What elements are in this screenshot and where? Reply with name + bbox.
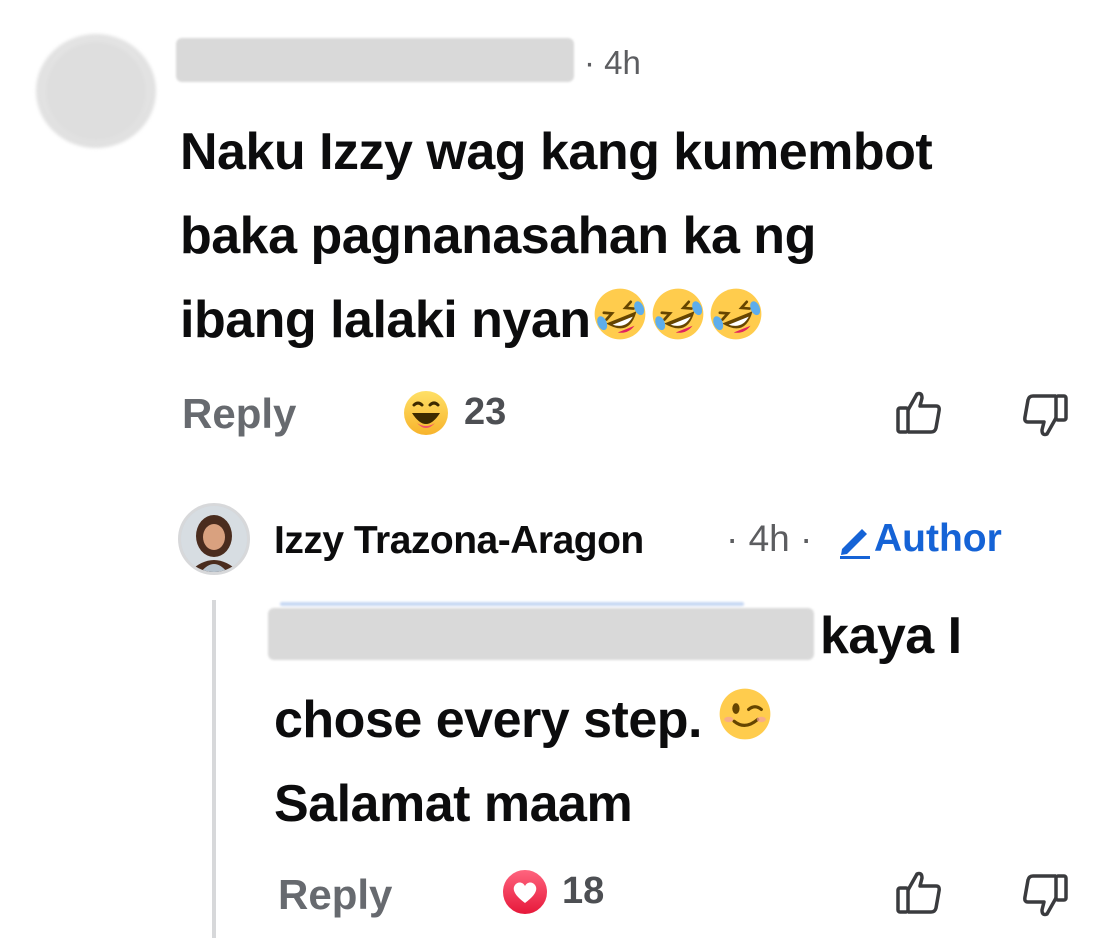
dislike-icon[interactable]: [1018, 868, 1072, 922]
dislike-icon[interactable]: [1018, 388, 1072, 442]
love-reaction-icon[interactable]: [500, 867, 550, 917]
comment-timestamp: · 4h: [584, 44, 641, 81]
author-badge: Author: [836, 517, 1002, 561]
reply-button-2[interactable]: Reply: [278, 871, 392, 919]
reply-text-line-1-tail: kaya I: [820, 607, 962, 665]
reaction-count-2[interactable]: 18: [562, 870, 604, 913]
like-icon[interactable]: [892, 866, 946, 920]
commenter-avatar[interactable]: [36, 34, 156, 148]
commenter-name-redacted[interactable]: [176, 38, 574, 82]
reply-text-line-2: chose every step.: [274, 678, 774, 762]
rofl-emoji-icon: [649, 288, 707, 349]
reply-button[interactable]: Reply: [182, 390, 296, 438]
comment-text-line-3: ibang lalaki nyan: [180, 278, 765, 362]
thread-line: [212, 600, 216, 938]
reaction-count[interactable]: 23: [464, 391, 506, 434]
wink-emoji-icon: [716, 688, 774, 749]
rofl-emoji-icon: [707, 288, 765, 349]
author-name-link[interactable]: Izzy Trazona-Aragon: [274, 519, 644, 563]
author-avatar[interactable]: [178, 503, 250, 575]
rofl-emoji-icon: [591, 288, 649, 349]
tagged-name-redacted[interactable]: [268, 602, 814, 660]
comment-text-line-3-label: ibang lalaki nyan: [180, 291, 591, 349]
comment-text-line-2: baka pagnanasahan ka ng: [180, 207, 816, 265]
reply-timestamp: · 4h ·: [726, 518, 813, 559]
haha-reaction-icon[interactable]: [402, 389, 450, 437]
reply-text-line-2-label: chose every step.: [274, 691, 702, 749]
comment-text-line-1: Naku Izzy wag kang kumembot: [180, 123, 933, 181]
pencil-icon: [836, 519, 874, 559]
reply-text-line-3: Salamat maam: [274, 775, 633, 833]
like-icon[interactable]: [892, 386, 946, 440]
author-badge-label: Author: [874, 517, 1002, 560]
